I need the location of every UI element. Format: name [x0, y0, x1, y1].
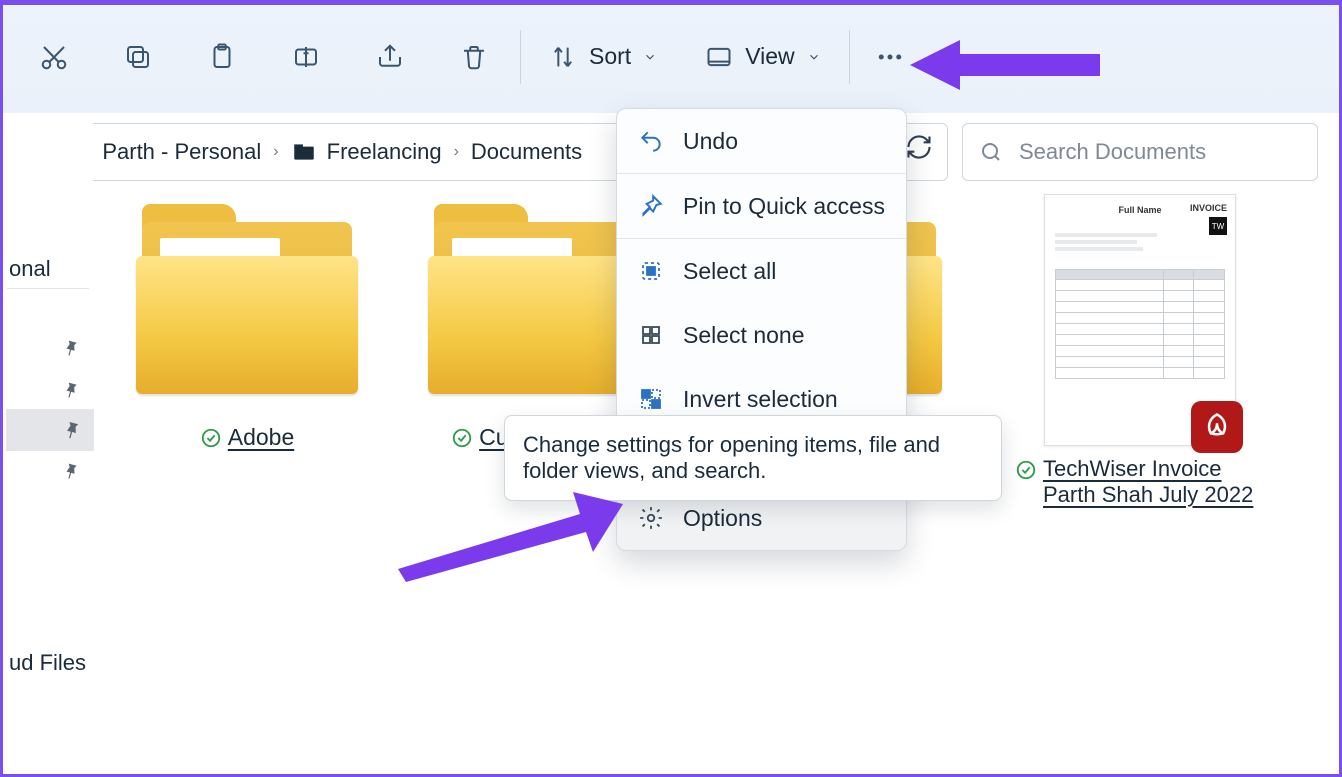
- pdf-badge-icon: [1191, 401, 1243, 453]
- select-all-icon: [637, 257, 665, 285]
- folder-icon: [132, 216, 362, 416]
- menu-item-select-none[interactable]: Select none: [617, 303, 906, 367]
- invert-selection-icon: [637, 385, 665, 413]
- annotation-arrow: [910, 30, 1110, 100]
- sidebar-pinned-item[interactable]: [61, 419, 83, 441]
- sync-status-icon: [1015, 459, 1037, 481]
- sidebar-pinned-item[interactable]: [61, 380, 81, 400]
- refresh-icon: [905, 133, 933, 161]
- refresh-button[interactable]: [905, 133, 935, 163]
- pin-icon: [57, 334, 84, 361]
- sidebar-item-truncated[interactable]: onal: [9, 256, 51, 282]
- pin-icon: [637, 192, 665, 220]
- folder-item[interactable]: Adobe: [102, 204, 392, 454]
- annotation-arrow: [388, 492, 628, 582]
- sidebar-separator: [7, 288, 89, 289]
- pin-icon: [57, 415, 87, 445]
- folder-label: Adobe: [200, 424, 295, 451]
- sidebar-item-truncated[interactable]: ud Files: [9, 650, 89, 676]
- file-item[interactable]: Full Name INVOICE TW TechWiser: [1000, 194, 1280, 508]
- menu-item-undo[interactable]: Undo: [617, 109, 906, 173]
- pin-icon: [57, 376, 84, 403]
- pdf-thumbnail: Full Name INVOICE TW: [1044, 194, 1236, 446]
- sidebar-pinned-item[interactable]: [61, 461, 81, 481]
- pin-icon: [57, 457, 84, 484]
- tooltip: Change settings for opening items, file …: [504, 415, 1002, 501]
- menu-item-pin-quick-access[interactable]: Pin to Quick access: [617, 174, 906, 238]
- file-label: TechWiser Invoice Parth Shah July 2022: [1015, 456, 1265, 508]
- undo-icon: [637, 127, 665, 155]
- navigation-sidebar: onal ud Files: [3, 113, 93, 774]
- select-none-icon: [637, 321, 665, 349]
- sync-status-icon: [200, 427, 222, 449]
- gear-icon: [637, 504, 665, 532]
- sidebar-pinned-item[interactable]: [61, 338, 81, 358]
- sync-status-icon: [451, 427, 473, 449]
- menu-item-select-all[interactable]: Select all: [617, 239, 906, 303]
